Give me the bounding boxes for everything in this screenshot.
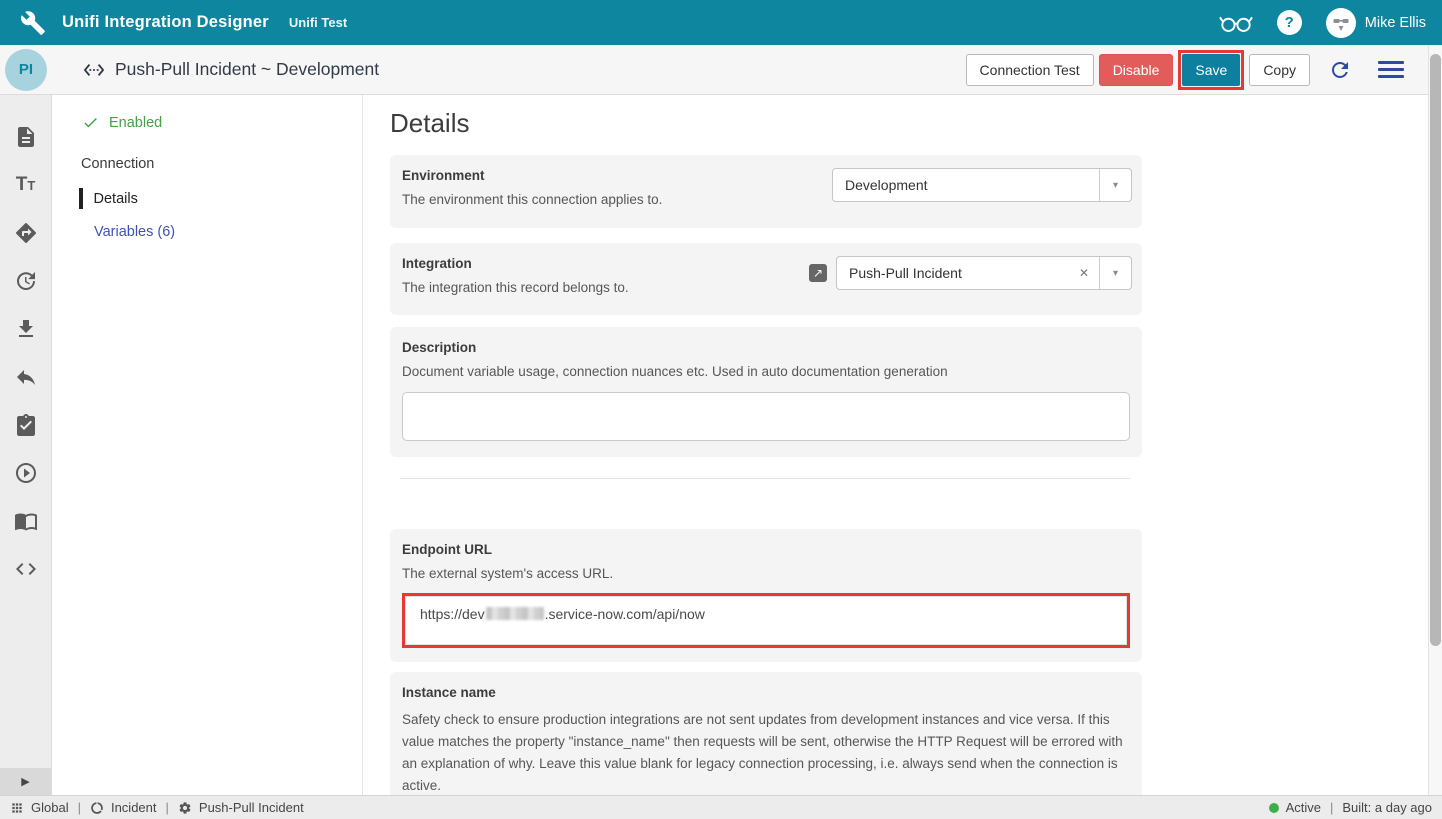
refresh-button[interactable] — [1328, 58, 1352, 82]
module-icon-rail: TT ▶ — [0, 95, 52, 795]
code-icon[interactable] — [14, 557, 38, 581]
book-icon[interactable] — [14, 509, 38, 533]
integration-field-card: Integration The integration this record … — [390, 243, 1142, 315]
record-avatar: PI — [5, 49, 47, 91]
settings-ethernet-icon — [83, 59, 105, 81]
description-description: Document variable usage, connection nuan… — [402, 364, 1130, 379]
subnav-section-connection: Connection — [81, 156, 362, 172]
unifi-integration-designer-app: Unifi Integration Designer Unifi Test ? … — [0, 0, 1442, 819]
table-icon — [90, 801, 104, 815]
disable-button[interactable]: Disable — [1099, 54, 1174, 86]
directions-icon[interactable] — [14, 221, 38, 245]
built-label: Built: a day ago — [1342, 800, 1432, 815]
scrollbar-thumb[interactable] — [1430, 54, 1441, 646]
expand-arrow-icon: ▶ — [21, 775, 29, 788]
endpoint-url-field-card: Endpoint URL The external system's acces… — [390, 529, 1142, 662]
subnav-details-label: Details — [94, 191, 138, 207]
endpoint-annotation-highlight: https://dev .service-now.com/api/now — [402, 593, 1130, 648]
wrench-icon — [20, 10, 46, 36]
refresh-icon — [1328, 58, 1352, 82]
hamburger-menu-button[interactable] — [1378, 57, 1404, 82]
separator: | — [78, 800, 81, 815]
separator: | — [1330, 800, 1333, 815]
instance-name-field-card: Instance name Safety check to ensure pro… — [390, 672, 1142, 795]
table-label[interactable]: Incident — [111, 800, 157, 815]
environment-field-card: Environment The environment this connect… — [390, 155, 1142, 228]
copy-button[interactable]: Copy — [1249, 54, 1310, 86]
app-title: Unifi Integration Designer — [62, 13, 269, 32]
record-action-bar: PI Push-Pull Incident ~ Development Conn… — [0, 45, 1428, 95]
top-header-bar: Unifi Integration Designer Unifi Test ? … — [0, 0, 1442, 45]
active-status-icon — [1269, 803, 1279, 813]
apps-grid-icon — [10, 801, 24, 815]
reply-icon[interactable] — [14, 365, 38, 389]
gear-icon — [178, 801, 192, 815]
description-field-card: Description Document variable usage, con… — [390, 327, 1142, 457]
clipboard-check-icon[interactable] — [14, 413, 38, 437]
instance-name-label: Instance name — [402, 685, 1130, 700]
details-form: Details Environment The environment this… — [364, 95, 1428, 795]
integration-label[interactable]: Push-Pull Incident — [199, 800, 304, 815]
download-icon[interactable] — [14, 317, 38, 341]
open-record-icon[interactable]: ↗ — [809, 264, 827, 282]
subnav-item-variables[interactable]: Variables (6) — [94, 224, 362, 240]
endpoint-url-suffix: .service-now.com/api/now — [545, 606, 705, 622]
clear-icon[interactable]: ✕ — [1069, 257, 1099, 289]
active-indicator — [79, 188, 83, 209]
save-annotation-highlight: Save — [1178, 50, 1244, 90]
enabled-status[interactable]: Enabled — [82, 114, 362, 131]
rail-expand-button[interactable]: ▶ — [0, 768, 51, 795]
user-avatar-icon — [1326, 8, 1356, 38]
text-format-icon[interactable]: TT — [16, 173, 36, 197]
environment-value: Development — [833, 169, 1099, 201]
user-menu[interactable]: Mike Ellis — [1326, 8, 1426, 38]
endpoint-url-prefix: https://dev — [420, 606, 485, 622]
endpoint-url-label: Endpoint URL — [402, 542, 1130, 557]
environment-name: Unifi Test — [289, 15, 347, 30]
integration-reference-input[interactable]: Push-Pull Incident ✕ ▾ — [836, 256, 1132, 290]
help-icon[interactable]: ? — [1277, 10, 1302, 35]
redacted-text — [486, 607, 544, 620]
description-label: Description — [402, 340, 1130, 355]
scope-label[interactable]: Global — [31, 800, 69, 815]
chevron-down-icon[interactable]: ▾ — [1099, 169, 1131, 201]
separator: | — [166, 800, 169, 815]
integration-value: Push-Pull Incident — [837, 257, 1069, 289]
subnav-item-details[interactable]: Details — [79, 188, 362, 209]
section-divider — [400, 478, 1130, 479]
history-icon[interactable] — [14, 269, 38, 293]
save-button[interactable]: Save — [1182, 54, 1240, 86]
environment-select[interactable]: Development ▾ — [832, 168, 1132, 202]
endpoint-url-description: The external system's access URL. — [402, 566, 1130, 581]
hamburger-icon — [1378, 57, 1404, 82]
user-name: Mike Ellis — [1365, 15, 1426, 31]
check-icon — [82, 114, 99, 131]
connection-test-button[interactable]: Connection Test — [966, 54, 1094, 86]
page-title: Details — [390, 108, 1142, 138]
active-status-label: Active — [1286, 800, 1321, 815]
endpoint-url-input[interactable]: https://dev .service-now.com/api/now — [405, 596, 1127, 645]
record-title: Push-Pull Incident ~ Development — [83, 59, 379, 81]
instance-name-description: Safety check to ensure production integr… — [402, 709, 1132, 795]
vertical-scrollbar[interactable] — [1428, 45, 1442, 795]
record-title-text: Push-Pull Incident ~ Development — [115, 59, 379, 80]
chevron-down-icon[interactable]: ▾ — [1099, 257, 1131, 289]
enabled-label: Enabled — [109, 115, 162, 131]
document-icon[interactable] — [14, 125, 38, 149]
status-bar: Global | Incident | Push-Pull Incident A… — [0, 795, 1442, 819]
record-subnav: Enabled Connection Details Variables (6) — [52, 95, 363, 795]
play-circle-icon[interactable] — [14, 461, 38, 485]
description-textarea[interactable] — [402, 392, 1130, 441]
glasses-icon[interactable] — [1219, 12, 1253, 34]
